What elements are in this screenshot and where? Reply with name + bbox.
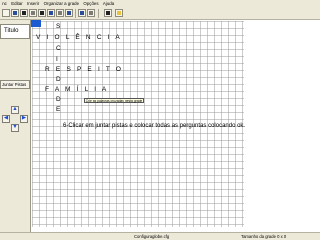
- copy-icon[interactable]: [47, 9, 55, 17]
- grid-icon[interactable]: [65, 9, 73, 17]
- arrow-right-icon[interactable]: ▶: [20, 115, 28, 123]
- menu-file[interactable]: nc: [0, 0, 9, 7]
- toolbar-separator: [75, 9, 76, 18]
- grid-row-2: V I O L Ê N C I A: [36, 34, 122, 41]
- menu-help[interactable]: Ajuda: [101, 0, 117, 7]
- delete-word-icon[interactable]: [87, 9, 95, 17]
- print-icon[interactable]: [29, 9, 37, 17]
- instruction-text: 6-Clicar em juntar pistas e colocar toda…: [63, 123, 246, 129]
- open-icon[interactable]: [20, 9, 28, 17]
- grid-row-8: D: [56, 96, 63, 103]
- join-clues-button[interactable]: Juntar Pistas: [0, 80, 30, 89]
- arrow-down-icon[interactable]: ▼: [11, 124, 19, 132]
- insert-word-icon[interactable]: [78, 9, 86, 17]
- title-box[interactable]: Titulo: [0, 24, 30, 39]
- menu-edit[interactable]: Editar: [9, 0, 25, 7]
- grid-row-4: I: [56, 56, 61, 63]
- grid-selected-cell[interactable]: [31, 20, 41, 27]
- status-grid-size: Tamanho da grade 0 x 0: [241, 234, 287, 239]
- paste-icon[interactable]: [56, 9, 64, 17]
- help-icon[interactable]: [115, 9, 123, 17]
- save-icon[interactable]: [11, 9, 19, 17]
- grid-row-3: C: [56, 45, 63, 52]
- menu-organize-grid[interactable]: Organizar a grade: [41, 0, 81, 7]
- menu-bar: nc Editar Inserir Organizar a grade Opçõ…: [0, 0, 320, 7]
- grid-row-9: E: [56, 106, 63, 113]
- preview-icon[interactable]: [104, 9, 112, 17]
- new-file-icon[interactable]: [2, 9, 10, 17]
- grid-row-6: D: [56, 76, 63, 83]
- sidebar: Titulo Juntar Pistas ▲ ◀ ▶ ▼: [0, 20, 31, 232]
- grid-row-1: S: [56, 23, 63, 30]
- grid-row-7: F A M Í L I A: [45, 86, 109, 93]
- direction-pad: ▲ ◀ ▶ ▼: [2, 106, 28, 134]
- toolbar-separator: [98, 9, 99, 18]
- grid-row-5: R E S P E I T O: [45, 66, 124, 73]
- menu-options[interactable]: Opções: [81, 0, 101, 7]
- arrow-left-icon[interactable]: ◀: [2, 115, 10, 123]
- toolbar: [0, 7, 320, 20]
- status-bar: Configuraglobe.cfg Tamanho da grade 0 x …: [0, 232, 320, 240]
- status-file-name: Configuraglobe.cfg: [134, 234, 170, 239]
- title-label: Titulo: [4, 28, 19, 34]
- grid-tooltip: Crie as palavras cruzadas nesta grade: [84, 98, 145, 103]
- menu-insert[interactable]: Inserir: [25, 0, 42, 7]
- arrow-up-icon[interactable]: ▲: [11, 106, 19, 114]
- cut-icon[interactable]: [38, 9, 46, 17]
